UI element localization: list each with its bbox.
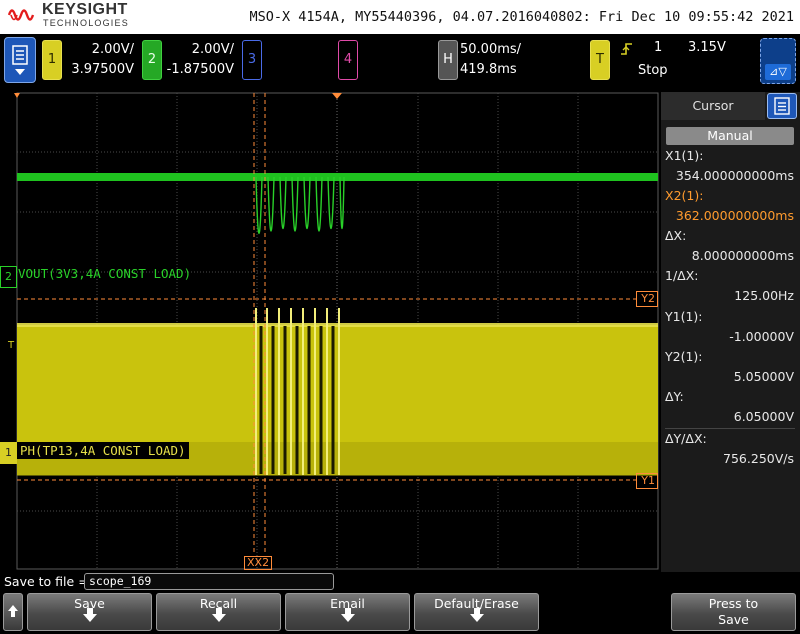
down-arrow-icon [469,608,484,622]
trigger-source: 1 [654,40,663,55]
cursor-x1-label: X1(1): [665,148,704,163]
panel-menu-button[interactable] [767,93,797,119]
delta-y-label: ΔY: [665,389,684,404]
main-menu-button[interactable] [4,37,36,83]
inverse-delta-x-value: 125.00Hz [734,288,794,303]
cursor-x2-label: X2(1): [665,188,704,203]
horizontal-readout[interactable]: 50.00ms/ 419.8ms [460,40,522,80]
ch1-offset: 3.97500V [71,62,134,77]
delta-y-value: 6.05000V [733,409,794,424]
down-arrow-icon [82,608,97,622]
cursor-x1-value: 354.000000000ms [675,168,794,183]
horizontal-position: 419.8ms [460,62,517,77]
ch2-label: VOUT(3V3,4A CONST LOAD) [18,266,192,281]
ch1-scale: 2.00V/ [91,42,134,57]
cursor-x2-value: 362.000000000ms [675,208,794,223]
ch1-label: PH(TP13,4A CONST LOAD) [17,442,189,459]
waveform-display[interactable] [0,90,660,572]
ch4-button[interactable]: 4 [338,40,358,80]
menu-icon [12,45,28,75]
inverse-delta-x-label: 1/ΔX: [665,268,699,283]
slope-value: 756.250V/s [723,451,794,466]
cursor-y2-value: 5.05000V [733,369,794,384]
ch2-ground-marker[interactable]: 2 [0,266,17,288]
ch1-button[interactable]: 1 [42,40,62,80]
save-file-label: Save to file = [4,574,89,589]
default-erase-softkey[interactable]: Default/Erase [414,593,539,631]
up-menu-button[interactable] [3,593,23,631]
save-softkey[interactable]: Save [27,593,152,631]
delta-x-value: 8.000000000ms [691,248,794,263]
ch1-ground-marker[interactable]: 1 [0,442,17,464]
cursor-y2-marker[interactable]: Y2 [636,291,658,307]
delta-x-label: ΔX: [665,228,687,243]
ch2-scale-readout[interactable]: 2.00V/ -1.87500V [164,40,234,80]
ch2-button[interactable]: 2 [142,40,162,80]
rising-edge-icon [621,43,632,55]
ch1-scale-readout[interactable]: 2.00V/ 3.97500V [64,40,134,80]
down-arrow-icon [211,608,226,622]
press-save-label: Save [718,612,749,627]
trigger-level: 3.15V [688,40,726,55]
ch2-waveform [17,173,658,181]
cursor-y1-marker[interactable]: Y1 [636,473,658,489]
cursor-mode-button[interactable]: Manual [666,127,794,145]
trigger-level-marker[interactable]: T [8,340,14,351]
measure-icon: ⊿▽ [765,64,791,80]
panel-divider [665,428,795,429]
cursor-y1-label: Y1(1): [665,309,703,324]
ch2-offset: -1.87500V [166,62,234,77]
acquisition-state: Stop [638,63,668,78]
slope-label: ΔY/ΔX: [665,431,707,446]
save-filename-input[interactable]: scope_169 [84,573,334,590]
trigger-button[interactable]: T [590,40,610,80]
recall-softkey[interactable]: Recall [156,593,281,631]
press-to-label: Press to [708,596,759,611]
list-icon [774,97,790,115]
down-arrow-icon [340,608,355,622]
timebase: 50.00ms/ [460,42,522,57]
ch3-button[interactable]: 3 [242,40,262,80]
ch2-scale: 2.00V/ [191,42,234,57]
up-arrow-icon [8,605,18,617]
instrument-info: MSO-X 4154A, MY55440396, 04.07.201604080… [249,9,794,25]
email-softkey[interactable]: Email [285,593,410,631]
press-to-save-softkey[interactable]: Press to Save [671,593,796,631]
cursor-x-markers[interactable]: XX2 [244,556,273,570]
brand-subtitle: TECHNOLOGIES [43,18,129,28]
cursor-y1-value: -1.00000V [729,329,794,344]
horizontal-button[interactable]: H [438,40,458,80]
brand-name: KEYSIGHT [42,1,128,18]
cursor-y2-label: Y2(1): [665,349,703,364]
cursor-panel-title[interactable]: Cursor [661,92,765,120]
keysight-logo-icon [8,9,35,21]
